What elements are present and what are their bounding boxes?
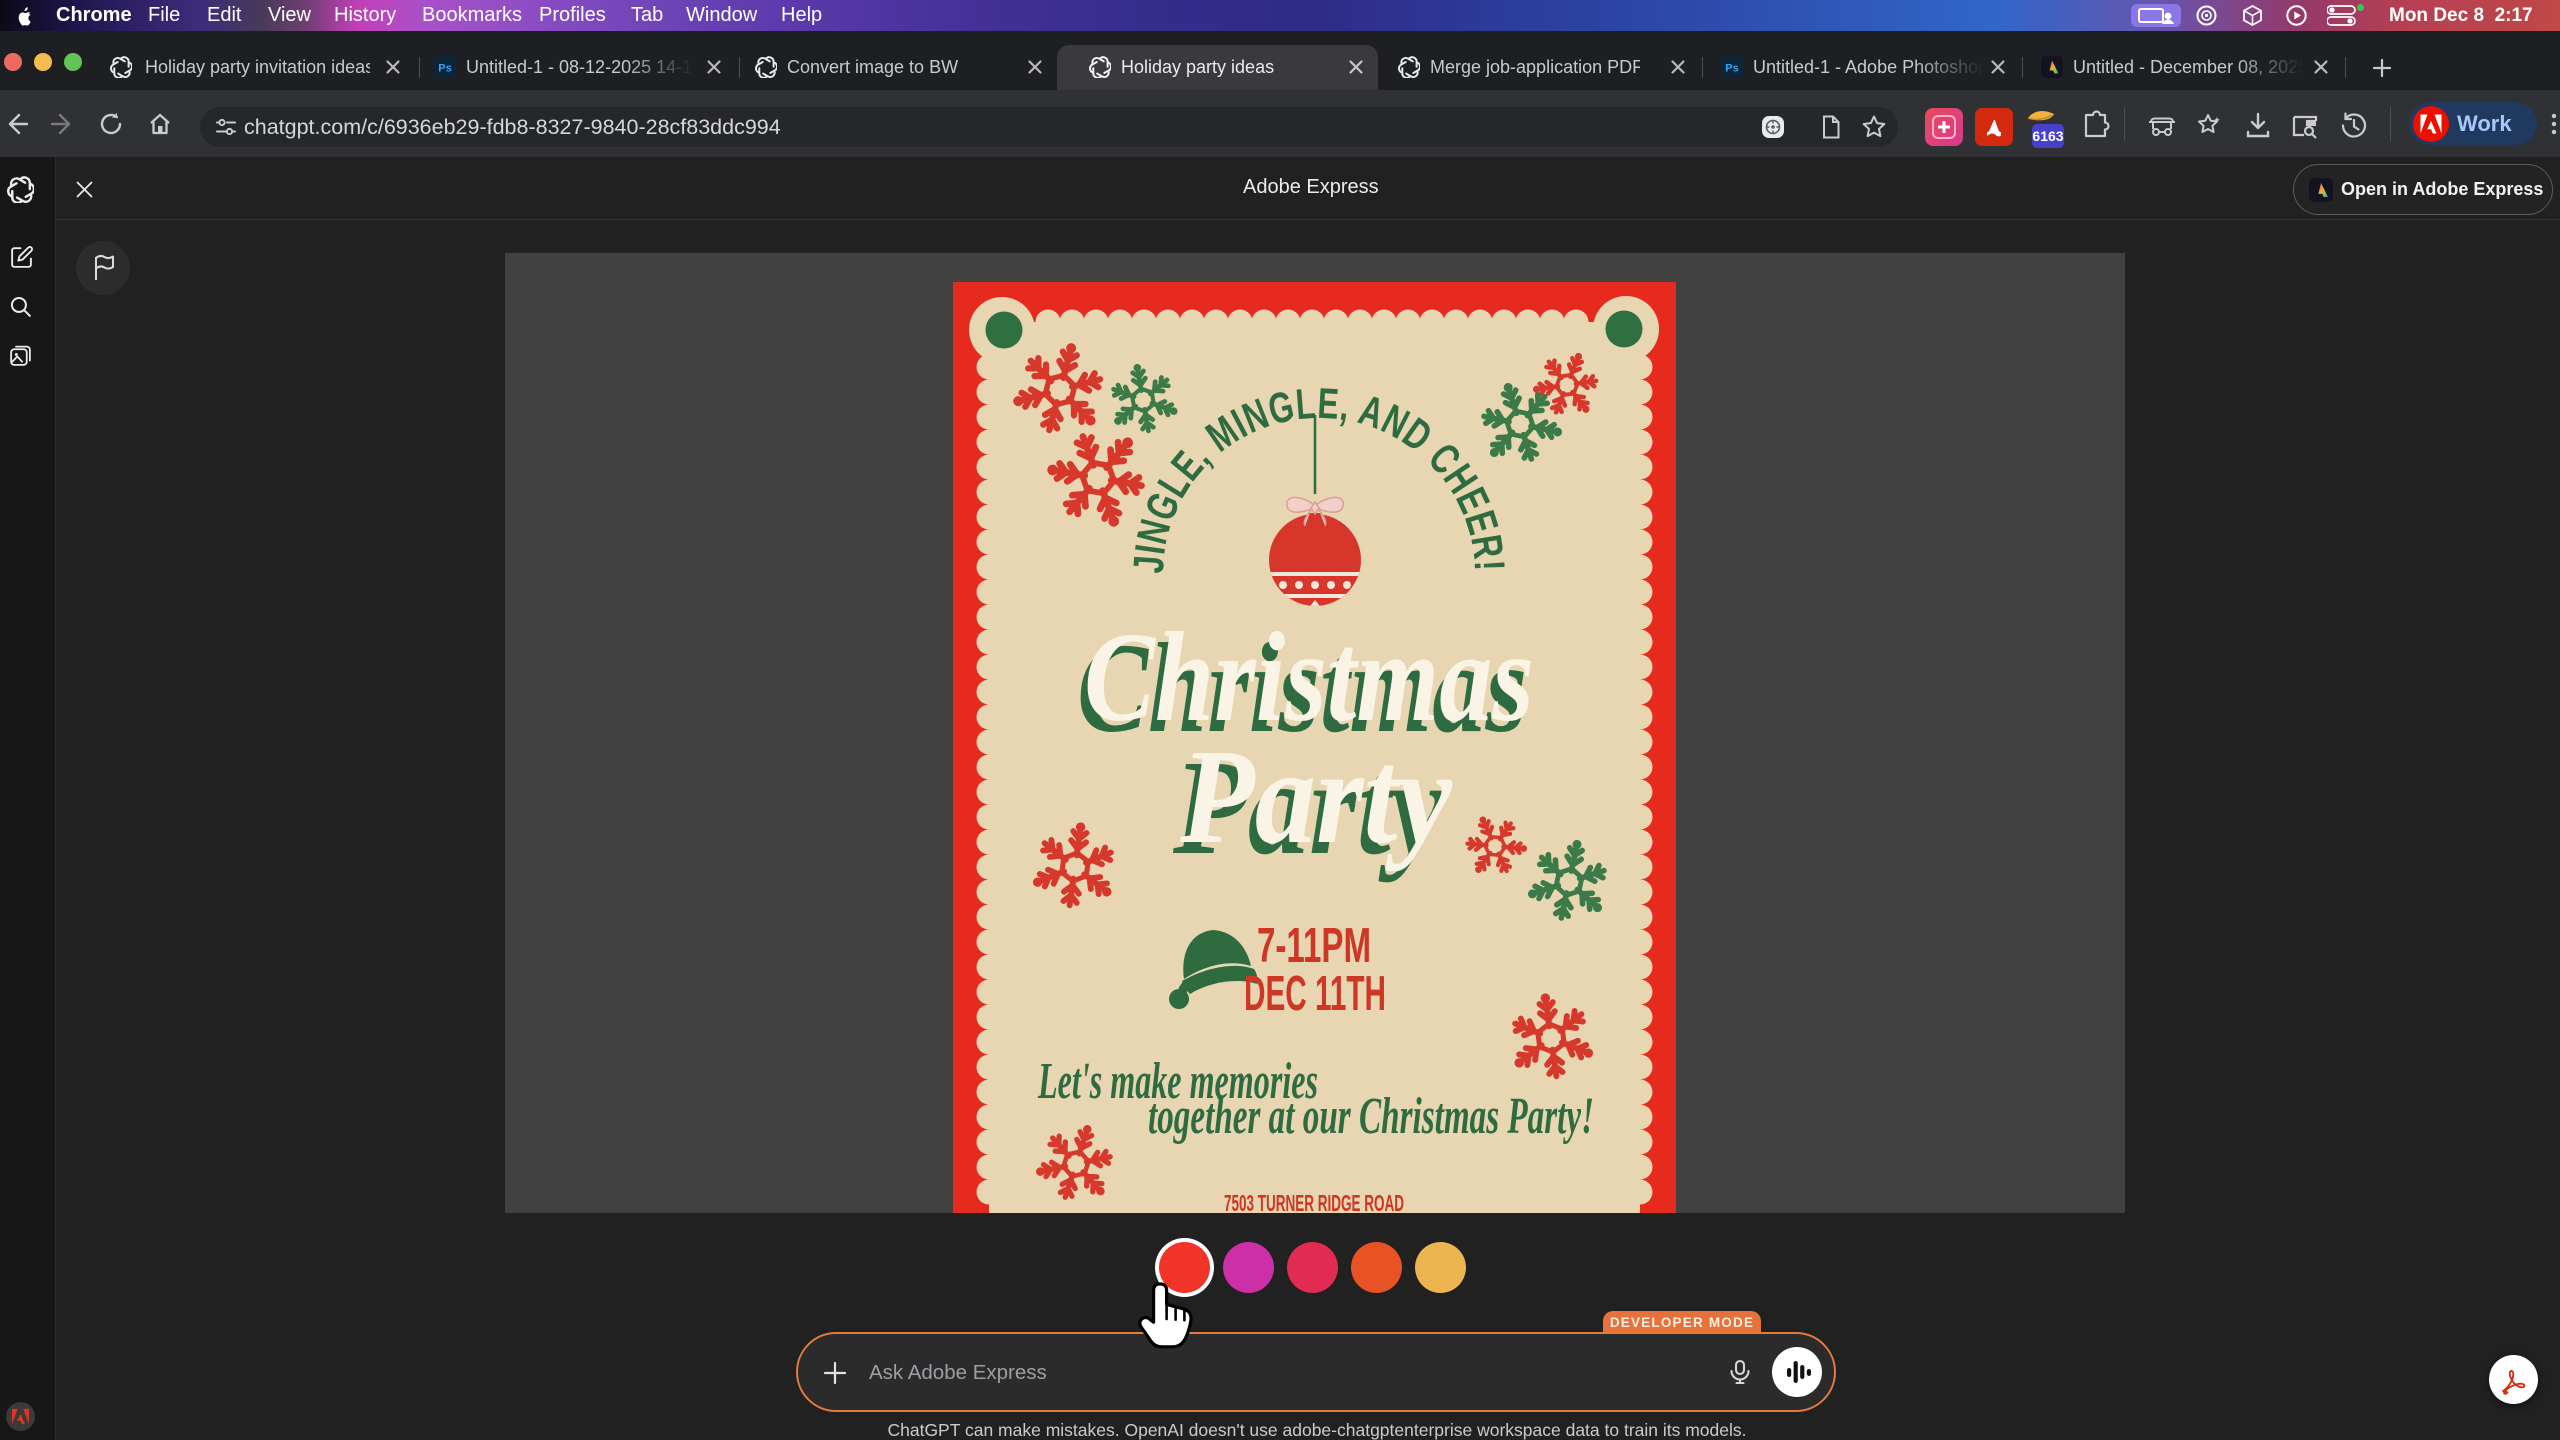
svg-text:together at our Christmas Part: together at our Christmas Party! [1148, 1088, 1594, 1145]
svg-text:DEC 11TH: DEC 11TH [1244, 967, 1386, 1021]
svg-text:6163: 6163 [2032, 128, 2063, 144]
svg-text:Party: Party [1179, 722, 1452, 872]
svg-text:7-11PM: 7-11PM [1257, 919, 1371, 973]
svg-text:7503 TURNER RIDGE ROAD: 7503 TURNER RIDGE ROAD [1224, 1190, 1404, 1213]
